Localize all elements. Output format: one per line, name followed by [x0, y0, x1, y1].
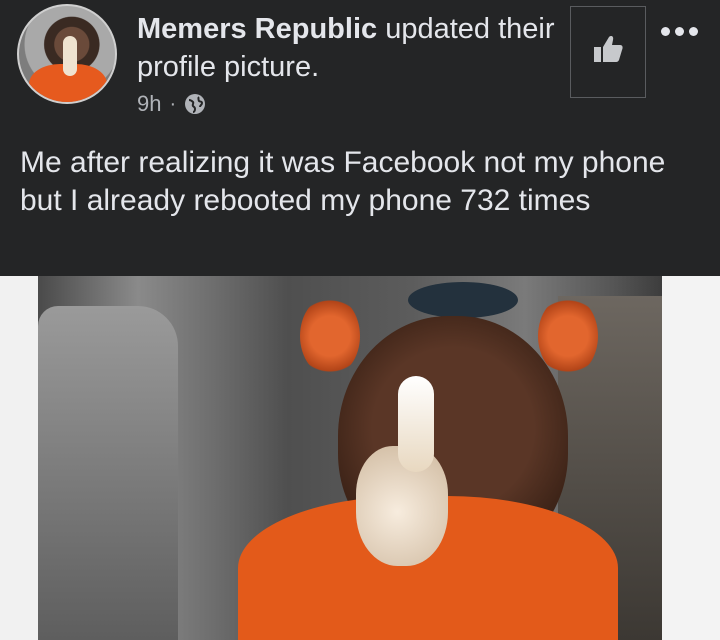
post-caption: Me after realizing it was Facebook not m…	[20, 146, 666, 217]
profile-avatar[interactable]	[17, 4, 117, 104]
car-seat-left	[38, 306, 178, 640]
thumbs-up-icon	[590, 32, 626, 73]
post-header: Memers Republic updated their profile pi…	[0, 0, 720, 130]
hair-bow	[408, 282, 518, 318]
hair-puff-right	[538, 296, 598, 376]
post-timestamp[interactable]: 9h	[137, 91, 161, 117]
hair-puff-left	[300, 296, 360, 376]
post-photo[interactable]	[0, 276, 720, 640]
more-dot	[674, 26, 684, 36]
avatar-finger	[63, 36, 77, 76]
globe-icon[interactable]	[184, 93, 206, 115]
more-options-icon[interactable]	[654, 16, 704, 46]
photo-image	[38, 276, 662, 640]
more-dot	[660, 26, 670, 36]
raised-finger	[398, 376, 434, 472]
post-title: Memers Republic updated their profile pi…	[137, 10, 557, 86]
post-meta: 9h ·	[137, 91, 206, 117]
photo-margin	[662, 276, 720, 640]
meta-separator: ·	[169, 92, 177, 115]
feed-post: Memers Republic updated their profile pi…	[0, 0, 720, 640]
more-dot	[688, 26, 698, 36]
author-name[interactable]: Memers Republic	[137, 13, 377, 45]
like-button[interactable]	[570, 6, 646, 98]
